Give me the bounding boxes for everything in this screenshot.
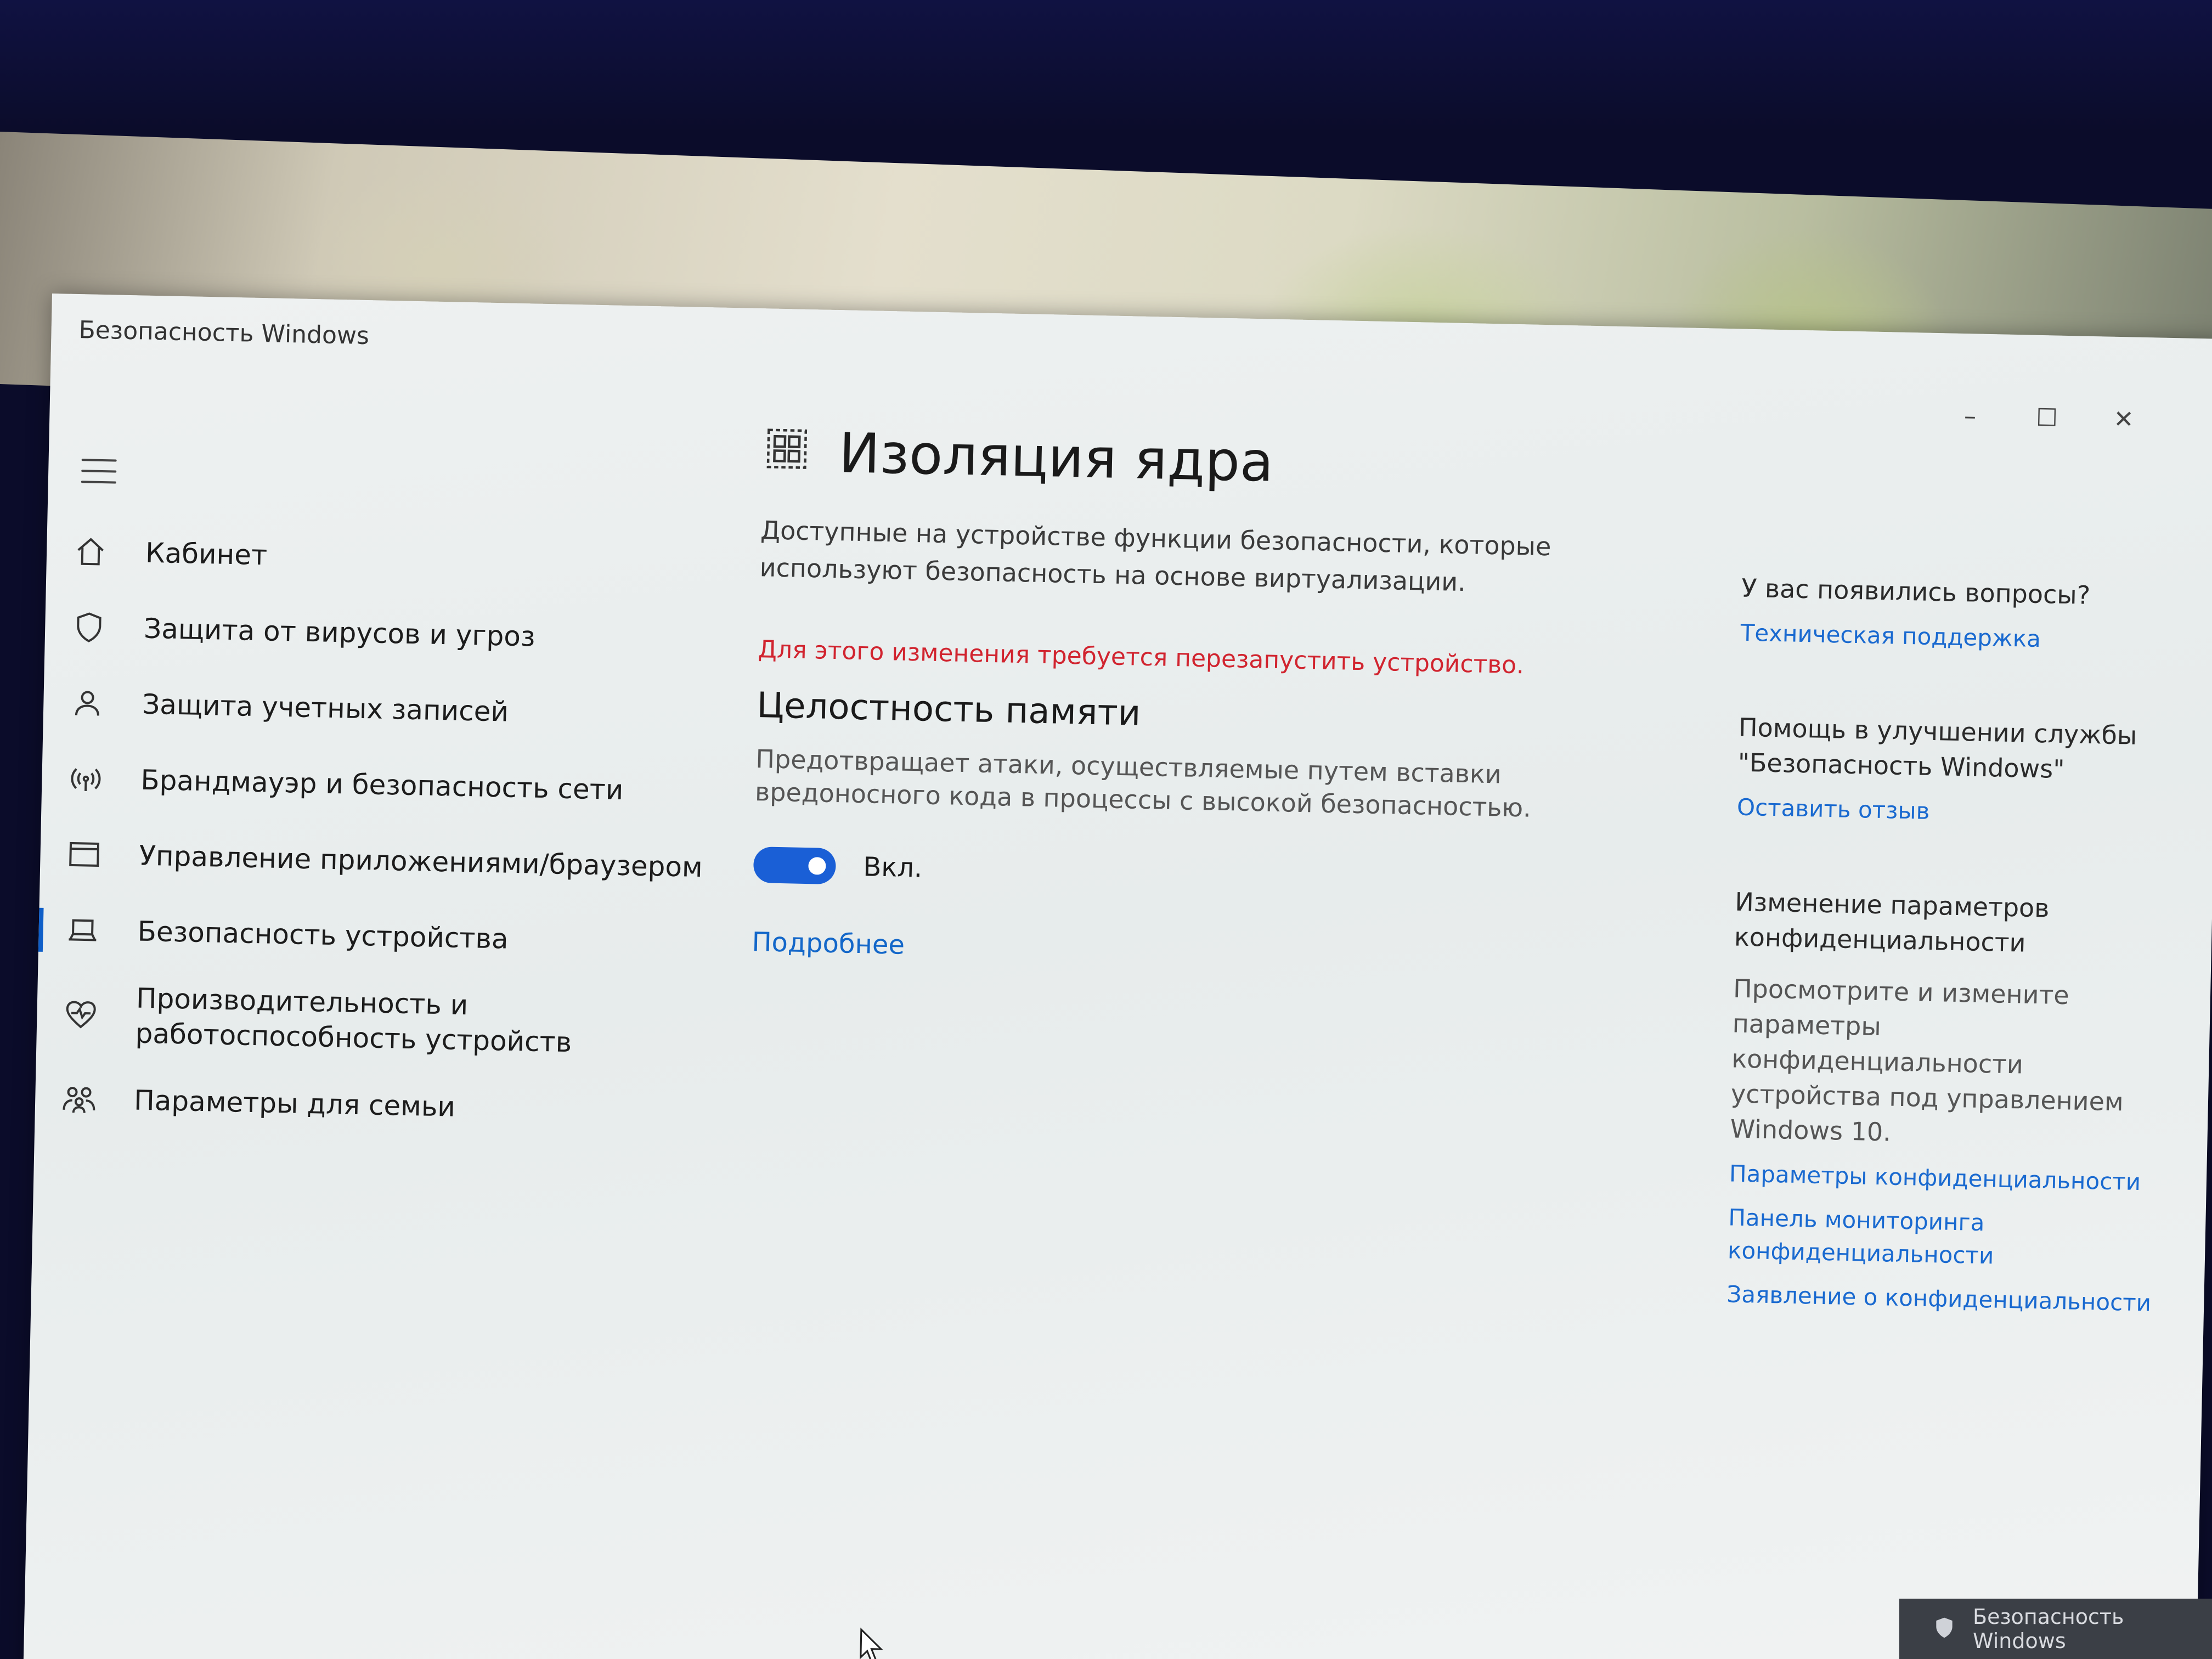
memory-integrity-title: Целостность памяти <box>756 685 1142 734</box>
taskbar-app-thumbnail[interactable]: Безопасность Windows <box>1899 1599 2212 1659</box>
family-icon <box>57 1077 101 1122</box>
person-icon <box>65 681 110 726</box>
minimize-button[interactable]: – <box>1953 399 1987 433</box>
support-link[interactable]: Техническая поддержка <box>1740 617 2169 658</box>
page-header: Изоляция ядра <box>761 407 1696 515</box>
sidebar-item-label: Безопасность устройства <box>137 915 509 955</box>
sidebar-item-family-options[interactable]: Параметры для семьи <box>35 1060 716 1150</box>
privacy-statement-link[interactable]: Заявление о конфиденциальности <box>1726 1278 2155 1319</box>
sidebar-item-label: Защита учетных записей <box>142 688 509 728</box>
side-panel: У вас появились вопросы? Техническая под… <box>1725 571 2170 1380</box>
shield-icon <box>1932 1616 1956 1642</box>
privacy-heading: Изменение параметров конфиденциальности <box>1734 887 2050 958</box>
close-button[interactable]: ✕ <box>2107 403 2140 436</box>
sidebar-item-label: Управление приложениями/браузером <box>138 839 703 884</box>
improve-block: Помощь в улучшении службы "Безопасность … <box>1736 710 2166 833</box>
laptop-icon <box>60 908 105 953</box>
wifi-signal-icon <box>64 757 109 802</box>
mouse-cursor-icon <box>857 1627 885 1659</box>
main-content: Изоляция ядра Доступные на устройстве фу… <box>752 407 1696 977</box>
maximize-button[interactable]: ☐ <box>2030 401 2063 435</box>
page-description: Доступные на устройстве функции безопасн… <box>759 515 1551 597</box>
sidebar-item-label: Производительность и работоспособность у… <box>135 982 572 1059</box>
improve-heading: Помощь в улучшении службы "Безопасность … <box>1737 712 2137 785</box>
sidebar-item-virus-protection[interactable]: Защита от вирусов и угроз <box>44 589 726 679</box>
browser-window-icon <box>62 832 107 877</box>
sidebar-item-account-protection[interactable]: Защита учетных записей <box>43 664 725 754</box>
memory-integrity-toggle[interactable] <box>753 847 837 885</box>
questions-block: У вас появились вопросы? Техническая под… <box>1740 571 2170 658</box>
memory-integrity-description: Предотвращает атаки, осуществляемые путе… <box>754 744 1532 823</box>
page-title: Изоляция ядра <box>838 420 1274 494</box>
hamburger-menu-icon[interactable] <box>81 459 117 484</box>
toggle-knob <box>808 857 826 875</box>
sidebar-item-device-security[interactable]: Безопасность устройства <box>38 891 720 981</box>
app-window: Безопасность Windows – ☐ ✕ Кабинет Защит… <box>23 294 2212 1659</box>
heart-pulse-icon <box>59 992 104 1037</box>
memory-integrity-toggle-row: Вкл. <box>753 847 1686 902</box>
taskbar-label: Безопасность Windows <box>1973 1605 2124 1653</box>
privacy-settings-link[interactable]: Параметры конфиденциальности <box>1729 1157 2157 1199</box>
toggle-label: Вкл. <box>862 851 923 884</box>
privacy-dashboard-link[interactable]: Панель мониторинга конфиденциальности <box>1728 1201 2157 1276</box>
sidebar-item-label: Брандмауэр и безопасность сети <box>140 764 624 806</box>
core-isolation-icon <box>761 424 817 479</box>
privacy-block: Изменение параметров конфиденциальности … <box>1726 884 2163 1319</box>
sidebar-item-label: Защита от вирусов и угроз <box>143 612 536 653</box>
sidebar-item-app-browser-control[interactable]: Управление приложениями/браузером <box>40 816 721 906</box>
learn-more-link[interactable]: Подробнее <box>752 927 905 961</box>
sidebar-nav: Кабинет Защита от вирусов и угроз Защита… <box>35 513 728 1150</box>
questions-heading: У вас появились вопросы? <box>1741 573 2091 610</box>
window-controls: – ☐ ✕ <box>1953 399 2140 436</box>
sidebar-item-home[interactable]: Кабинет <box>46 513 728 603</box>
sidebar-item-device-performance[interactable]: Производительность и работоспособность у… <box>36 967 718 1075</box>
feedback-link[interactable]: Оставить отзыв <box>1736 791 2165 833</box>
privacy-text: Просмотрите и измените параметры конфиде… <box>1730 973 2124 1147</box>
sidebar-item-firewall[interactable]: Брандмауэр и безопасность сети <box>41 740 723 830</box>
sidebar-item-label: Кабинет <box>145 537 268 572</box>
app-title: Безопасность Windows <box>78 316 370 351</box>
restart-warning: Для этого изменения требуется перезапуст… <box>758 635 1525 680</box>
sidebar-item-label: Параметры для семьи <box>133 1084 456 1123</box>
shield-icon <box>66 605 111 650</box>
home-icon <box>68 529 113 574</box>
